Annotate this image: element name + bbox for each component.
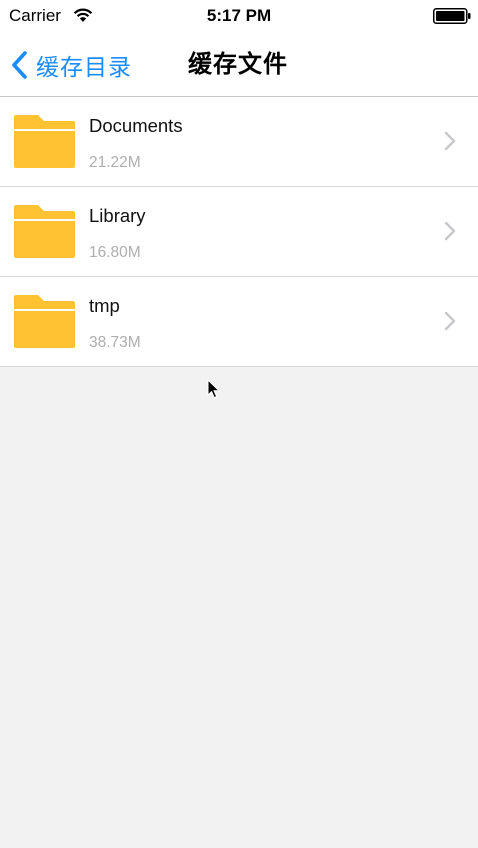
list-item-documents[interactable]: Documents 21.22M: [0, 97, 478, 187]
back-chevron-icon: [12, 51, 27, 79]
back-button[interactable]: 缓存目录: [10, 49, 132, 81]
navigation-bar: 缓存目录 缓存文件: [0, 32, 478, 97]
file-list: Documents 21.22M Library 16.80M tmp 38.7…: [0, 97, 478, 367]
page-title: 缓存文件: [188, 51, 288, 78]
chevron-right-icon: [444, 131, 456, 151]
file-name: Documents: [89, 115, 183, 136]
file-name: tmp: [89, 295, 120, 316]
folder-icon: [14, 295, 75, 348]
file-size: 16.80M: [89, 244, 141, 261]
battery-icon: [433, 8, 471, 24]
clock: 5:17 PM: [206, 6, 272, 25]
back-label: 缓存目录: [36, 54, 132, 80]
folder-icon: [14, 205, 75, 258]
folder-icon: [14, 115, 75, 168]
file-size: 21.22M: [89, 154, 141, 171]
mouse-pointer-icon: [207, 379, 220, 399]
list-item-tmp[interactable]: tmp 38.73M: [0, 277, 478, 367]
list-item-library[interactable]: Library 16.80M: [0, 187, 478, 277]
file-size: 38.73M: [89, 334, 141, 351]
status-bar: Carrier 5:17 PM: [0, 0, 478, 32]
chevron-right-icon: [444, 221, 456, 241]
chevron-right-icon: [444, 311, 456, 331]
screen: Carrier 5:17 PM 缓存目录 缓存文件 Documents 21.2…: [0, 0, 478, 848]
file-name: Library: [89, 205, 146, 226]
